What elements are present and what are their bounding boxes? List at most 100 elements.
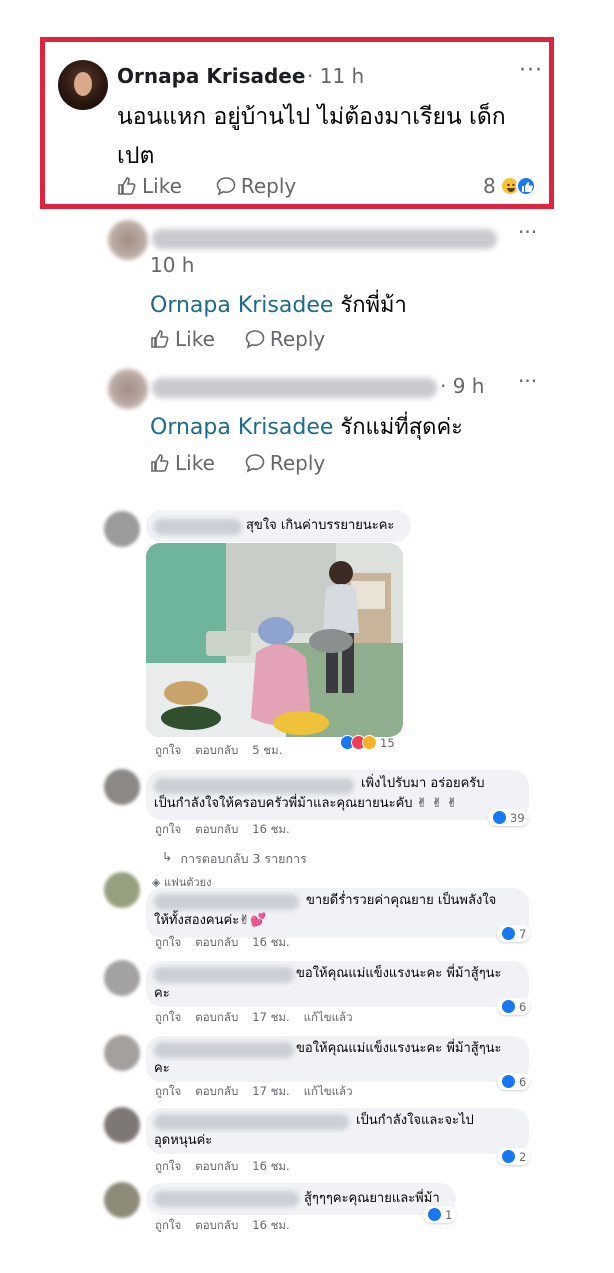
avatar[interactable] (108, 369, 148, 409)
comment-text-line-1: ขอให้คุณแม่แข็งแรงนะคะ พี่ม้าสู้ๆนะ (296, 1041, 502, 1056)
comment-time[interactable]: · 11 h (307, 64, 364, 88)
avatar[interactable] (108, 220, 148, 260)
reply-button[interactable]: Reply (245, 451, 325, 475)
reaction-count: 2 (519, 1149, 527, 1164)
reply-comment: ··· 10 h Ornapa Krisadee รักพี่ม้า Like … (100, 215, 550, 365)
reply-text: Ornapa Krisadee รักพี่ม้า (150, 287, 407, 322)
comment-bubble: ขายดีร่ำรวยค่าคุณยาย เป็นพลังใจ ให้ทั้งส… (146, 888, 529, 938)
reply-link[interactable]: ตอบกลับ (195, 934, 238, 952)
comment-text-line-2: คะ (154, 986, 170, 1001)
speech-bubble-icon (216, 177, 236, 196)
comment-meta: ถูกใจ ตอบกลับ 16 ชม. (155, 821, 290, 839)
reaction-summary[interactable]: 2 (497, 1148, 531, 1165)
blurred-author-name (152, 229, 497, 249)
blurred-author-name (154, 967, 294, 983)
comment-text-line-1: เป็นกำลังใจและจะไป (356, 1113, 474, 1128)
comment-text: สุขใจ เกินค่าบรรยายนะคะ (246, 518, 395, 533)
comment-meta: ถูกใจ ตอบกลับ 17 ชม. แก้ไขแล้ว (155, 1083, 353, 1101)
reply-button[interactable]: Reply (216, 174, 296, 198)
reply-link[interactable]: ตอบกลับ (195, 742, 238, 760)
care-reaction-icon (362, 735, 377, 750)
reaction-summary[interactable]: 8 (483, 174, 536, 198)
avatar[interactable] (104, 511, 140, 547)
like-link[interactable]: ถูกใจ (155, 1009, 181, 1027)
avatar[interactable] (104, 872, 140, 908)
reaction-summary[interactable]: 7 (497, 925, 531, 942)
reaction-count: 6 (519, 999, 527, 1014)
reply-link[interactable]: ตอบกลับ (195, 1158, 238, 1176)
reply-label: Reply (240, 174, 297, 198)
like-label: Like (175, 451, 215, 475)
avatar[interactable] (104, 769, 140, 805)
mention-link[interactable]: Ornapa Krisadee (150, 293, 333, 318)
comment-text-line-2: เป็นกำลังใจให้ครอบครัวพี่ม้าและคุณยายนะค… (154, 796, 458, 811)
like-label: Like (175, 327, 215, 351)
like-label: Like (142, 174, 182, 198)
more-options-icon[interactable]: ··· (519, 58, 543, 83)
reaction-count: 6 (519, 1074, 527, 1089)
like-button[interactable]: Like (150, 451, 215, 475)
comment-time[interactable]: 16 ชม. (252, 1158, 289, 1176)
reply-button[interactable]: Reply (245, 327, 325, 351)
reply-time[interactable]: 10 h (150, 253, 194, 277)
reaction-summary[interactable]: 6 (497, 998, 531, 1015)
like-button[interactable]: Like (150, 327, 215, 351)
reply-link[interactable]: ตอบกลับ (195, 1217, 238, 1235)
comment-item: เพิ่งไปรับมา อร่อยครับ เป็นกำลังใจให้ครอ… (0, 765, 614, 870)
mention-link[interactable]: Ornapa Krisadee (150, 415, 333, 440)
like-link[interactable]: ถูกใจ (155, 934, 181, 952)
more-options-icon[interactable]: ··· (518, 220, 537, 244)
thumbs-up-icon (151, 330, 169, 348)
like-button[interactable]: Like (117, 174, 182, 198)
comment-time[interactable]: 16 ชม. (252, 1217, 289, 1235)
like-link[interactable]: ถูกใจ (155, 821, 181, 839)
comment-text-line-2: เปต (117, 143, 155, 169)
edited-label: แก้ไขแล้ว (303, 1084, 353, 1098)
comment-item: ขอให้คุณแม่แข็งแรงนะคะ พี่ม้าสู้ๆนะ คะ 6… (0, 958, 614, 1033)
comment-time[interactable]: 17 ชม. (252, 1083, 289, 1101)
comment-bubble: สู้ๆๆๆคะคุณยายและพี่ม้า (146, 1183, 456, 1215)
comment-author[interactable]: Ornapa Krisadee (117, 64, 305, 88)
like-reaction-icon (427, 1207, 442, 1222)
reply-body: รักแม่ที่สุดค่ะ (340, 415, 463, 440)
avatar[interactable] (104, 1035, 140, 1071)
avatar[interactable] (104, 1182, 140, 1218)
zoomed-comments: Ornapa Krisadee · 11 h ··· นอนแหก อยู่บ้… (0, 0, 614, 495)
comment-time[interactable]: 16 ชม. (252, 821, 289, 839)
reply-link[interactable]: ตอบกลับ (195, 821, 238, 839)
thumbs-up-icon (118, 177, 136, 195)
reply-actions: Like Reply (150, 451, 325, 475)
view-replies-link[interactable]: ↳ การตอบกลับ 3 รายการ (162, 849, 307, 869)
speech-bubble-icon (245, 330, 265, 349)
reaction-summary[interactable]: 39 (488, 809, 529, 826)
avatar[interactable] (58, 60, 108, 110)
avatar[interactable] (104, 1107, 140, 1143)
comment-time[interactable]: 5 ชม. (252, 742, 282, 760)
reaction-summary[interactable]: 1 (423, 1206, 457, 1223)
reaction-count: 39 (510, 810, 525, 825)
comment-text: สู้ๆๆๆคะคุณยายและพี่ม้า (304, 1191, 440, 1206)
comment-text-line-2: อุดหนุนค่ะ (154, 1133, 213, 1148)
comment-meta: ถูกใจ ตอบกลับ 16 ชม. (155, 1158, 290, 1176)
comment-photo[interactable] (146, 543, 403, 737)
avatar[interactable] (104, 960, 140, 996)
comment-time[interactable]: 16 ชม. (252, 934, 289, 952)
more-options-icon[interactable]: ··· (518, 369, 537, 393)
reaction-summary[interactable]: 6 (497, 1073, 531, 1090)
reply-time[interactable]: · 9 h (440, 374, 484, 398)
reply-text: Ornapa Krisadee รักแม่ที่สุดค่ะ (150, 409, 463, 444)
reply-link[interactable]: ตอบกลับ (195, 1083, 238, 1101)
like-link[interactable]: ถูกใจ (155, 1217, 181, 1235)
like-link[interactable]: ถูกใจ (155, 742, 181, 760)
highlighted-comment: Ornapa Krisadee · 11 h ··· นอนแหก อยู่บ้… (40, 37, 554, 209)
like-link[interactable]: ถูกใจ (155, 1083, 181, 1101)
reply-link[interactable]: ตอบกลับ (195, 1009, 238, 1027)
comment-actions: Like Reply (117, 174, 296, 198)
comment-text-line-1: นอนแหก อยู่บ้านไป ไม่ต้องมาเรียน เด็ก (117, 104, 506, 130)
comment-item: ขอให้คุณแม่แข็งแรงนะคะ พี่ม้าสู้ๆนะ คะ 6… (0, 1033, 614, 1105)
speech-bubble-icon (245, 454, 265, 473)
comment-time[interactable]: 17 ชม. (252, 1009, 289, 1027)
like-link[interactable]: ถูกใจ (155, 1158, 181, 1176)
comment-bubble: เพิ่งไปรับมา อร่อยครับ เป็นกำลังใจให้ครอ… (146, 770, 529, 820)
reaction-summary[interactable]: 15 (336, 734, 399, 751)
